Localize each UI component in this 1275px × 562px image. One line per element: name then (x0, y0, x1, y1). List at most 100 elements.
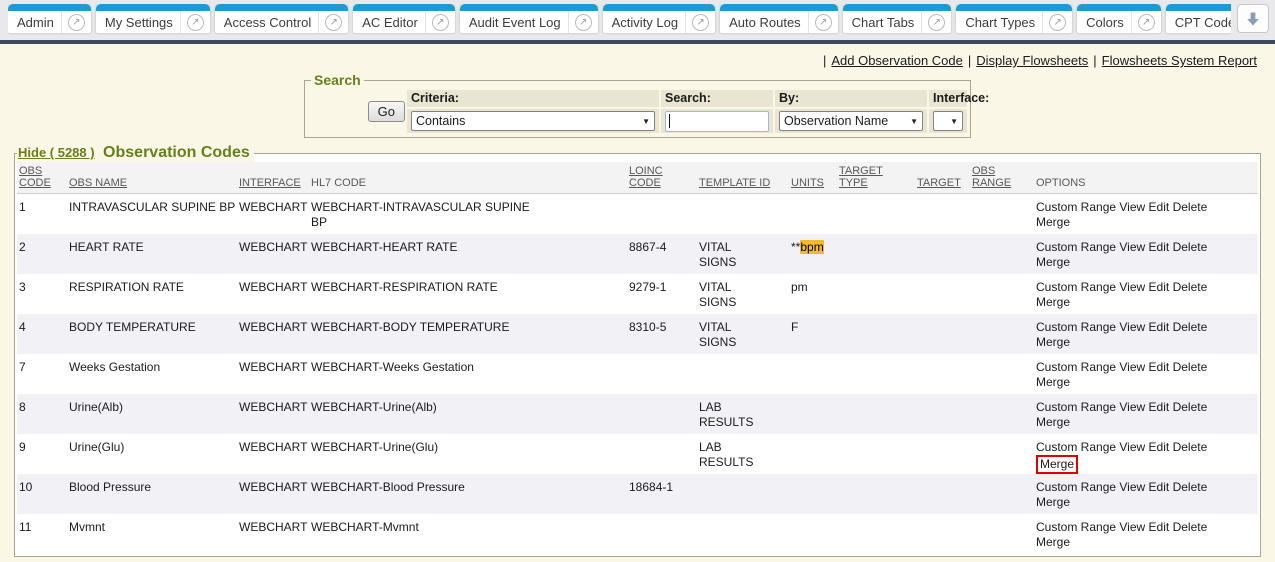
tab-popup-button[interactable]: ↗ (808, 11, 838, 33)
tab-label[interactable]: My Settings (96, 15, 180, 30)
option-view[interactable]: View (1119, 240, 1145, 254)
tab-label[interactable]: AC Editor (353, 15, 425, 30)
tab-label[interactable]: Chart Types (956, 15, 1042, 30)
option-view[interactable]: View (1119, 280, 1145, 294)
tab-label[interactable]: Access Control (215, 15, 318, 30)
column-header-label[interactable]: UNITS (791, 177, 824, 189)
tab-chart-types[interactable]: Chart Types ↗ (956, 4, 1072, 33)
column-header-label[interactable]: OBS CODE (19, 165, 51, 189)
flowsheets-system-report-link[interactable]: Flowsheets System Report (1102, 53, 1257, 68)
option-custom-range[interactable]: Custom Range (1036, 360, 1116, 374)
option-custom-range[interactable]: Custom Range (1036, 240, 1116, 254)
tab-cpt-codes[interactable]: CPT Codes ↗ (1166, 4, 1231, 33)
tab-label[interactable]: Auto Routes (720, 15, 808, 30)
column-header-label[interactable]: LOINC CODE (629, 165, 663, 189)
column-header-obs-code[interactable]: OBS CODE (17, 162, 67, 194)
option-merge[interactable]: Merge (1036, 335, 1070, 349)
column-header-loinc-code[interactable]: LOINC CODE (627, 162, 697, 194)
display-flowsheets-link[interactable]: Display Flowsheets (976, 53, 1088, 68)
column-header-label[interactable]: OBS RANGE (972, 165, 1011, 189)
option-edit[interactable]: Edit (1149, 360, 1170, 374)
tab-popup-button[interactable]: ↗ (568, 11, 598, 33)
tab-colors[interactable]: Colors ↗ (1077, 4, 1161, 33)
option-delete[interactable]: Delete (1173, 520, 1208, 534)
tab-chart-tabs[interactable]: Chart Tabs ↗ (843, 4, 952, 33)
column-header-label[interactable]: TEMPLATE ID (699, 177, 770, 189)
tab-popup-button[interactable]: ↗ (1042, 11, 1072, 33)
option-view[interactable]: View (1119, 360, 1145, 374)
option-merge[interactable]: Merge (1036, 535, 1070, 549)
column-header-label[interactable]: TARGET (917, 177, 961, 189)
option-custom-range[interactable]: Custom Range (1036, 280, 1116, 294)
option-custom-range[interactable]: Custom Range (1036, 480, 1116, 494)
tab-label[interactable]: Admin (8, 15, 61, 30)
tab-label[interactable]: Audit Event Log (460, 15, 568, 30)
option-edit[interactable]: Edit (1149, 320, 1170, 334)
interface-select[interactable]: ▼ (933, 111, 963, 131)
tab-access-control[interactable]: Access Control ↗ (215, 4, 348, 33)
option-delete[interactable]: Delete (1173, 240, 1208, 254)
option-edit[interactable]: Edit (1149, 240, 1170, 254)
tab-ac-editor[interactable]: AC Editor ↗ (353, 4, 455, 33)
option-merge[interactable]: Merge (1036, 215, 1070, 229)
option-merge[interactable]: Merge (1036, 415, 1070, 429)
tab-popup-button[interactable]: ↗ (685, 11, 715, 33)
option-edit[interactable]: Edit (1149, 280, 1170, 294)
criteria-select[interactable]: Contains ▼ (411, 111, 655, 131)
tab-activity-log[interactable]: Activity Log ↗ (603, 4, 715, 33)
option-delete[interactable]: Delete (1173, 280, 1208, 294)
option-edit[interactable]: Edit (1149, 520, 1170, 534)
option-custom-range[interactable]: Custom Range (1036, 400, 1116, 414)
option-delete[interactable]: Delete (1173, 200, 1208, 214)
option-merge[interactable]: Merge (1036, 495, 1070, 509)
option-edit[interactable]: Edit (1149, 400, 1170, 414)
option-custom-range[interactable]: Custom Range (1036, 520, 1116, 534)
search-input[interactable] (665, 111, 769, 132)
tab-popup-button[interactable]: ↗ (318, 11, 348, 33)
tab-popup-button[interactable]: ↗ (180, 11, 210, 33)
option-delete[interactable]: Delete (1173, 320, 1208, 334)
tab-overflow-button[interactable] (1237, 4, 1269, 33)
tab-popup-button[interactable]: ↗ (61, 11, 91, 33)
tab-auto-routes[interactable]: Auto Routes ↗ (720, 4, 838, 33)
go-button[interactable]: Go (368, 101, 405, 122)
option-view[interactable]: View (1119, 480, 1145, 494)
hide-count-link[interactable]: Hide ( 5288 ) (18, 145, 95, 160)
column-header-template-id[interactable]: TEMPLATE ID (697, 162, 789, 194)
column-header-target[interactable]: TARGET (915, 162, 970, 194)
tab-popup-button[interactable]: ↗ (425, 11, 455, 33)
tab-my-settings[interactable]: My Settings ↗ (96, 4, 210, 33)
tab-popup-button[interactable]: ↗ (1131, 11, 1161, 33)
tab-label[interactable]: Colors (1077, 15, 1131, 30)
option-custom-range[interactable]: Custom Range (1036, 440, 1116, 454)
option-edit[interactable]: Edit (1149, 200, 1170, 214)
option-delete[interactable]: Delete (1173, 400, 1208, 414)
column-header-obs-name[interactable]: OBS NAME (67, 162, 237, 194)
option-edit[interactable]: Edit (1149, 480, 1170, 494)
option-delete[interactable]: Delete (1173, 360, 1208, 374)
tab-label[interactable]: CPT Codes (1166, 15, 1231, 30)
option-delete[interactable]: Delete (1173, 480, 1208, 494)
column-header-label[interactable]: INTERFACE (239, 177, 301, 189)
column-header-interface[interactable]: INTERFACE (237, 162, 309, 194)
tab-admin[interactable]: Admin ↗ (8, 4, 91, 33)
option-view[interactable]: View (1119, 440, 1145, 454)
option-delete[interactable]: Delete (1173, 440, 1208, 454)
option-view[interactable]: View (1119, 520, 1145, 534)
column-header-label[interactable]: TARGET TYPE (839, 165, 883, 189)
tab-popup-button[interactable]: ↗ (921, 11, 951, 33)
tab-label[interactable]: Activity Log (603, 15, 685, 30)
tab-label[interactable]: Chart Tabs (843, 15, 922, 30)
tab-audit-event-log[interactable]: Audit Event Log ↗ (460, 4, 598, 33)
column-header-target-type[interactable]: TARGET TYPE (837, 162, 915, 194)
option-view[interactable]: View (1119, 400, 1145, 414)
column-header-label[interactable]: OBS NAME (69, 177, 127, 189)
option-merge[interactable]: Merge (1036, 375, 1070, 389)
option-merge[interactable]: Merge (1036, 255, 1070, 269)
option-custom-range[interactable]: Custom Range (1036, 200, 1116, 214)
column-header-units[interactable]: UNITS (789, 162, 837, 194)
option-view[interactable]: View (1119, 200, 1145, 214)
option-custom-range[interactable]: Custom Range (1036, 320, 1116, 334)
by-select[interactable]: Observation Name ▼ (779, 111, 923, 131)
option-edit[interactable]: Edit (1149, 440, 1170, 454)
